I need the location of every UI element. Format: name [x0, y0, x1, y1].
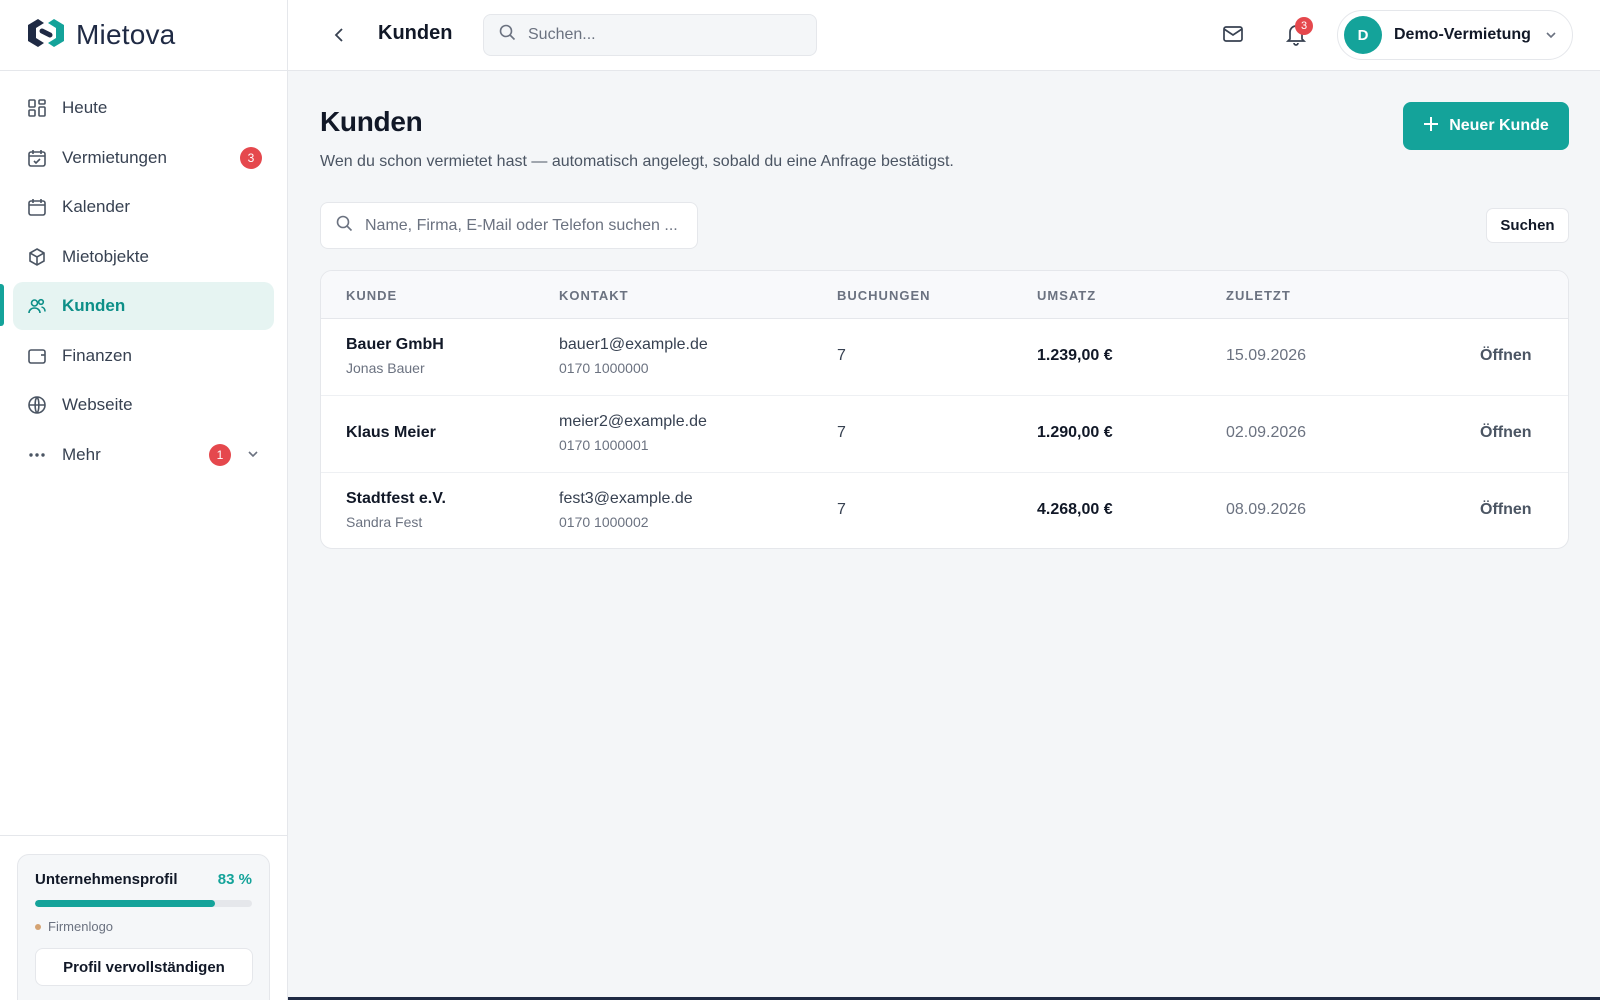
customer-search-input[interactable]: [365, 216, 685, 235]
new-customer-label: Neuer Kunde: [1449, 117, 1549, 134]
calendar-check-icon: [26, 147, 48, 169]
sidebar-item-label: Kalender: [62, 197, 131, 216]
bullet-icon: [35, 923, 41, 930]
customer-last-date: 15.09.2026: [1226, 347, 1307, 364]
vermietungen-badge: 3: [240, 146, 262, 169]
new-customer-button[interactable]: Neuer Kunde: [1403, 102, 1569, 150]
customer-revenue: 1.290,00 €: [1037, 424, 1113, 441]
sidebar-footer: Unternehmensprofil 83 % Firmenlogo Profi…: [0, 835, 287, 1000]
column-header-kunde: KUNDE: [346, 288, 398, 303]
topbar-title: Kunden: [378, 22, 453, 44]
sidebar-item-webseite[interactable]: Webseite: [13, 381, 274, 429]
search-icon: [499, 24, 516, 46]
customer-name: Klaus Meier: [346, 424, 436, 441]
sidebar-item-vermietungen[interactable]: Vermietungen 3: [13, 134, 274, 182]
sidebar: Mietova Heute Vermietungen 3 Kalender Mi…: [0, 0, 288, 1000]
customer-phone: 0170 1000002: [559, 514, 649, 530]
customer-bookings: 7: [837, 347, 846, 364]
search-button[interactable]: Suchen: [1486, 208, 1569, 243]
table-row[interactable]: Bauer GmbH Jonas Bauer bauer1@example.de…: [321, 319, 1568, 396]
table-header: KUNDE KONTAKT BUCHUNGEN UMSATZ ZULETZT: [321, 271, 1568, 319]
sidebar-item-heute[interactable]: Heute: [13, 84, 274, 132]
page-subtitle: Wen du schon vermietet hast — automatisc…: [320, 153, 954, 170]
brand[interactable]: Mietova: [0, 0, 287, 71]
mehr-badge: 1: [209, 443, 231, 466]
topbar: Kunden 3 D Demo-Vermietung: [288, 0, 1600, 71]
mail-icon[interactable]: [1222, 23, 1244, 50]
column-header-buchungen: BUCHUNGEN: [837, 288, 931, 303]
customer-contact-person: Jonas Bauer: [346, 360, 425, 376]
column-header-umsatz: UMSATZ: [1037, 288, 1097, 303]
customer-bookings: 7: [837, 424, 846, 441]
sidebar-item-label: Finanzen: [62, 345, 132, 365]
sidebar-item-kalender[interactable]: Kalender: [13, 183, 274, 231]
customer-email: bauer1@example.de: [559, 336, 708, 353]
sidebar-nav: Heute Vermietungen 3 Kalender Mietobjekt…: [0, 71, 287, 479]
box-icon: [26, 246, 48, 268]
open-customer-link[interactable]: Öffnen: [1480, 501, 1532, 519]
users-icon: [26, 295, 48, 317]
profile-progress-bar: [35, 900, 252, 907]
profile-percent: 83 %: [217, 871, 252, 888]
missing-item-label: Firmenlogo: [48, 919, 114, 934]
customer-contact-person: Sandra Fest: [346, 514, 423, 530]
customer-last-date: 02.09.2026: [1226, 424, 1307, 441]
sidebar-item-label: Heute: [62, 98, 108, 117]
customers-table: KUNDE KONTAKT BUCHUNGEN UMSATZ ZULETZT B…: [320, 270, 1569, 549]
sidebar-item-mietobjekte[interactable]: Mietobjekte: [13, 233, 274, 281]
profile-card: Unternehmensprofil 83 % Firmenlogo Profi…: [17, 854, 270, 1000]
customer-phone: 0170 1000000: [559, 360, 649, 376]
global-search[interactable]: [483, 14, 817, 56]
more-icon: [26, 444, 48, 466]
table-row[interactable]: Klaus Meier meier2@example.de 0170 10000…: [321, 396, 1568, 473]
customer-phone: 0170 1000001: [559, 437, 649, 453]
calendar-icon: [26, 196, 48, 218]
sidebar-item-label: Mehr: [62, 444, 101, 464]
avatar: D: [1344, 16, 1382, 54]
open-customer-link[interactable]: Öffnen: [1480, 424, 1532, 442]
sidebar-item-label: Kunden: [62, 296, 126, 315]
complete-profile-button[interactable]: Profil vervollständigen: [35, 948, 253, 986]
sidebar-item-mehr[interactable]: Mehr 1: [13, 431, 274, 479]
customer-name: Stadtfest e.V.: [346, 490, 446, 507]
customer-bookings: 7: [837, 501, 846, 518]
customer-email: fest3@example.de: [559, 490, 693, 507]
account-name: Demo-Vermietung: [1394, 26, 1531, 43]
column-header-zuletzt: ZULETZT: [1226, 288, 1291, 303]
back-arrow-icon[interactable]: [328, 24, 350, 51]
profile-title: Unternehmensprofil: [35, 871, 178, 888]
dashboard-icon: [26, 97, 48, 119]
active-indicator: [0, 284, 4, 326]
chevron-down-icon: [1544, 28, 1558, 47]
profile-progress-fill: [35, 900, 216, 907]
sidebar-item-kunden[interactable]: Kunden: [13, 282, 274, 330]
customer-email: meier2@example.de: [559, 413, 707, 430]
table-row[interactable]: Stadtfest e.V. Sandra Fest fest3@example…: [321, 473, 1568, 548]
account-menu[interactable]: D Demo-Vermietung: [1337, 10, 1573, 60]
missing-item: Firmenlogo: [35, 919, 252, 934]
sidebar-item-label: Mietobjekte: [62, 246, 149, 266]
customer-revenue: 4.268,00 €: [1037, 501, 1113, 518]
brand-name: Mietova: [76, 19, 176, 50]
chevron-down-icon: [246, 446, 260, 466]
open-customer-link[interactable]: Öffnen: [1480, 347, 1532, 365]
search-icon: [336, 215, 353, 237]
wallet-icon: [26, 345, 48, 367]
customer-last-date: 08.09.2026: [1226, 501, 1307, 518]
logo-icon: [24, 15, 68, 56]
global-search-input[interactable]: [528, 26, 788, 44]
plus-icon: [1423, 116, 1439, 137]
notification-badge: 3: [1295, 17, 1313, 35]
customer-name: Bauer GmbH: [346, 336, 444, 353]
customer-revenue: 1.239,00 €: [1037, 347, 1113, 364]
page-title: Kunden: [320, 106, 423, 137]
sidebar-item-finanzen[interactable]: Finanzen: [13, 332, 274, 380]
globe-icon: [26, 394, 48, 416]
sidebar-item-label: Webseite: [62, 395, 133, 414]
sidebar-item-label: Vermietungen: [62, 147, 167, 167]
customer-search[interactable]: [320, 202, 698, 249]
column-header-kontakt: KONTAKT: [559, 288, 629, 303]
